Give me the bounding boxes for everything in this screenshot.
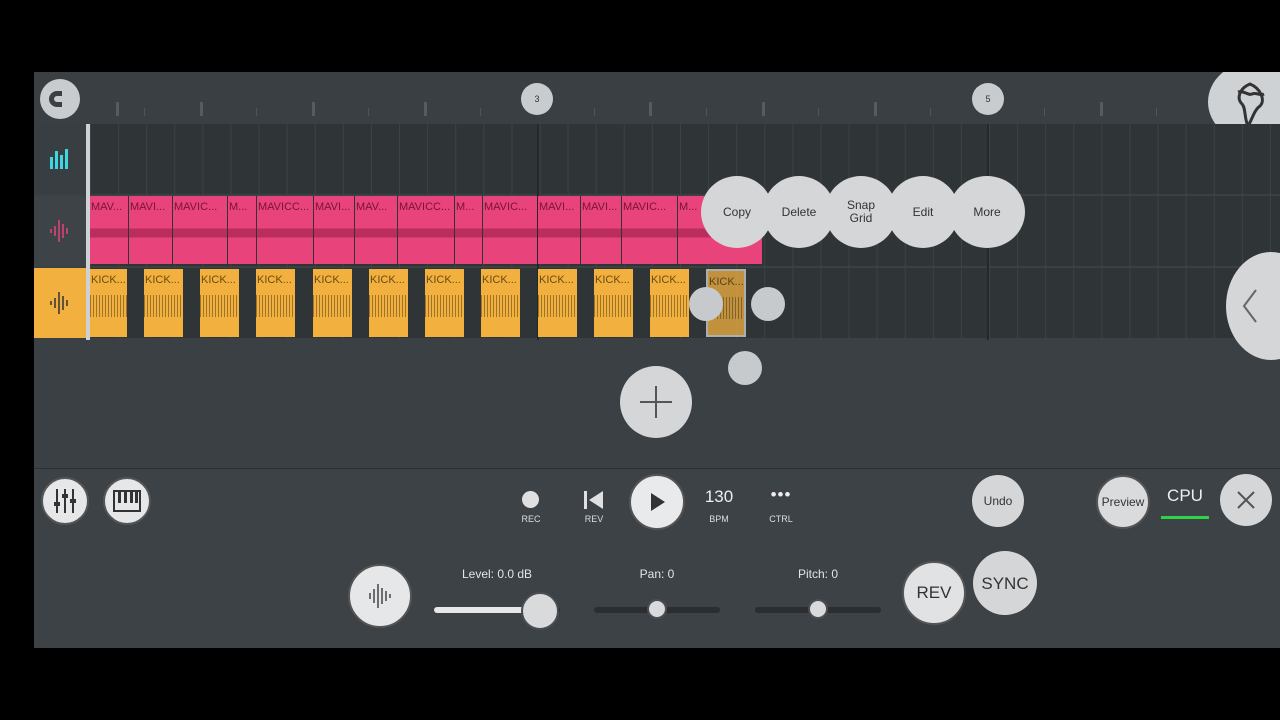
ctrl-dots-icon[interactable]: ••• <box>758 485 804 505</box>
audio-clip[interactable]: MAV... <box>355 196 397 264</box>
audio-clip[interactable]: KICK... <box>481 269 520 337</box>
ruler-tick <box>116 102 119 116</box>
clip-end-handle[interactable] <box>751 287 785 321</box>
piano-icon <box>113 490 141 512</box>
waveform-icon <box>50 292 68 314</box>
waveform-icon <box>50 220 68 242</box>
ruler-tick <box>424 102 427 116</box>
rec-label: REC <box>521 514 541 524</box>
audio-clip[interactable]: KICK... <box>313 269 352 337</box>
audio-clip[interactable]: MAVIC... <box>173 196 227 264</box>
mixer-button[interactable] <box>41 477 89 525</box>
audio-clip[interactable]: MAVICC... <box>398 196 454 264</box>
audio-clip[interactable]: KICK... <box>650 269 689 337</box>
ruler-tick <box>480 108 481 116</box>
audio-clip[interactable]: MAVI... <box>538 196 580 264</box>
pitch-slider-knob[interactable] <box>808 599 828 619</box>
audio-clip[interactable]: KICK... <box>200 269 239 337</box>
sync-button[interactable]: SYNC <box>973 551 1037 615</box>
more-button[interactable]: More <box>949 176 1025 248</box>
fruit-icon <box>1237 82 1265 129</box>
bar-marker-3[interactable]: 3 <box>521 83 553 115</box>
cpu-label: CPU <box>1167 486 1203 505</box>
audio-clip[interactable]: KICK... <box>538 269 577 337</box>
add-track-button[interactable] <box>620 366 692 438</box>
ruler-tick <box>706 108 707 116</box>
ruler-tick <box>1100 102 1103 116</box>
audio-clip[interactable]: KICK... <box>594 269 633 337</box>
play-icon <box>651 493 665 511</box>
timeline-ruler[interactable]: 3 5 <box>34 72 1280 142</box>
ruler-tick <box>1044 108 1045 116</box>
piano-roll-button[interactable] <box>103 477 151 525</box>
audio-clip[interactable]: KICK... <box>144 269 183 337</box>
level-slider-knob[interactable] <box>521 592 559 630</box>
snap-magnet-button[interactable] <box>40 79 80 119</box>
ruler-tick <box>368 108 369 116</box>
rev-label: REV <box>584 514 604 524</box>
ruler-tick <box>649 102 652 116</box>
audio-clip[interactable]: KICK... <box>425 269 464 337</box>
sample-editor-button[interactable] <box>348 564 412 628</box>
level-label: Level: 0.0 dB <box>461 567 533 581</box>
magnet-icon <box>49 91 65 107</box>
ruler-tick <box>930 108 931 116</box>
ruler-tick <box>818 108 819 116</box>
clip-start-handle[interactable] <box>689 287 723 321</box>
audio-clip[interactable]: MAVIC... <box>622 196 677 264</box>
audio-clip[interactable]: MAVI... <box>129 196 172 264</box>
ruler-tick <box>762 102 765 116</box>
pan-slider-knob[interactable] <box>647 599 667 619</box>
audio-clip[interactable]: MAVIC... <box>483 196 537 264</box>
rewind-button[interactable] <box>582 489 606 511</box>
ruler-tick <box>594 108 595 116</box>
clip-move-handle[interactable] <box>728 351 762 385</box>
audio-clip[interactable]: KICK... <box>256 269 295 337</box>
track-header-pink[interactable] <box>34 196 86 266</box>
playlist-tracks: MAV... MAVI... MAVIC... M... MAVICC... M… <box>34 124 1280 340</box>
track-header-gold[interactable] <box>34 268 86 338</box>
ruler-tick <box>874 102 877 116</box>
cpu-meter <box>1161 516 1209 519</box>
equalizer-icon <box>50 149 68 169</box>
audio-clip[interactable]: M... <box>228 196 256 264</box>
bpm-label: BPM <box>709 514 729 524</box>
undo-button[interactable]: Undo <box>972 475 1024 527</box>
chevron-left-icon <box>1242 289 1257 323</box>
preview-button[interactable]: Preview <box>1096 475 1150 529</box>
audio-clip[interactable]: KICK... <box>369 269 408 337</box>
close-button[interactable] <box>1220 474 1272 526</box>
reverse-button[interactable]: REV <box>902 561 966 625</box>
audio-clip[interactable]: KICK... <box>90 269 127 337</box>
audio-clip[interactable]: MAVICC... <box>257 196 313 264</box>
audio-clip[interactable]: M... <box>455 196 482 264</box>
audio-clip[interactable]: MAV... <box>90 196 128 264</box>
record-button[interactable] <box>522 491 539 508</box>
audio-clip[interactable]: MAVI... <box>581 196 621 264</box>
close-icon <box>1237 491 1255 509</box>
play-button[interactable] <box>629 474 685 530</box>
ruler-tick <box>1156 108 1157 116</box>
ruler-tick <box>200 102 203 116</box>
transport-panel: REC REV 130 BPM ••• CTRL Undo Preview CP… <box>34 468 1280 648</box>
waveform-icon <box>369 584 391 608</box>
bar-marker-5[interactable]: 5 <box>972 83 1004 115</box>
ctrl-label: CTRL <box>769 514 793 524</box>
pitch-label: Pitch: 0 <box>797 567 839 581</box>
mixer-sliders-icon <box>54 489 76 513</box>
audio-clip[interactable]: MAVI... <box>314 196 354 264</box>
track-header-master[interactable] <box>34 124 86 194</box>
pan-label: Pan: 0 <box>639 567 675 581</box>
plus-icon <box>640 386 672 418</box>
fl-studio-mobile-window: 3 5 MAV... MAVI... MAVIC... M... MAVICC.… <box>34 72 1280 648</box>
ruler-tick <box>312 102 315 116</box>
ruler-tick <box>256 108 257 116</box>
ruler-tick <box>144 108 145 116</box>
bpm-value[interactable]: 130 <box>698 487 740 507</box>
